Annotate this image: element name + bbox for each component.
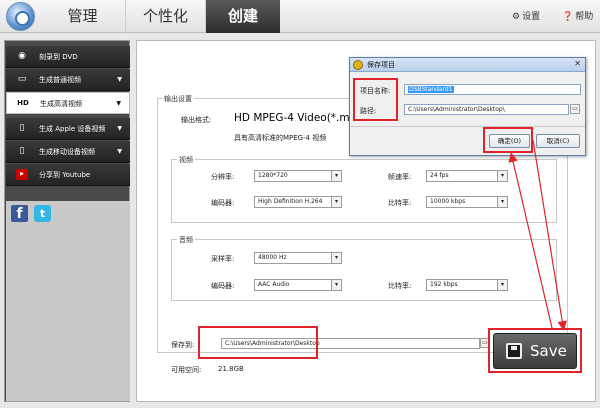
arrow-save-to-ok (508, 152, 553, 329)
annotation-arrows (508, 139, 567, 331)
arrow-ok-to-save (532, 139, 567, 331)
